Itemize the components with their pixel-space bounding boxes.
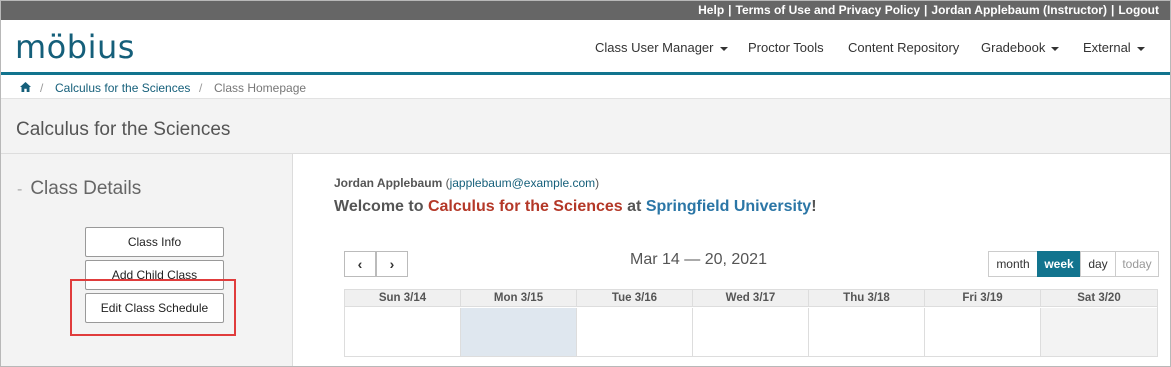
user-account-link[interactable]: Jordan Applebaum (Instructor) bbox=[931, 3, 1107, 17]
view-day-button[interactable]: day bbox=[1080, 251, 1116, 277]
welcome-class-name: Calculus for the Sciences bbox=[427, 198, 623, 215]
breadcrumb-current: Class Homepage bbox=[214, 81, 307, 95]
day-header: Sun 3/14 bbox=[345, 290, 461, 307]
day-cell[interactable] bbox=[461, 308, 577, 356]
caret-down-icon bbox=[1051, 46, 1060, 51]
view-week-button[interactable]: week bbox=[1037, 251, 1081, 277]
home-icon[interactable] bbox=[20, 81, 31, 95]
nav-external[interactable]: External bbox=[1083, 40, 1145, 55]
day-cell[interactable] bbox=[693, 308, 809, 356]
calendar-title: Mar 14 — 20, 2021 bbox=[630, 251, 767, 268]
day-header: Fri 3/19 bbox=[925, 290, 1041, 307]
utility-bar: Help | Terms of Use and Privacy Policy | Jor… bbox=[1, 1, 1170, 20]
user-email-link[interactable]: japplebaum@example.com bbox=[450, 176, 596, 190]
caret-down-icon bbox=[1136, 46, 1145, 51]
main-content: Jordan Applebaum (japplebaum@example.com… bbox=[294, 154, 1170, 366]
logout-link[interactable]: Logout bbox=[1118, 3, 1159, 17]
nav-label: Gradebook bbox=[981, 40, 1046, 55]
breadcrumb-class-link[interactable]: Calculus for the Sciences bbox=[55, 81, 190, 95]
highlight-annotation bbox=[70, 279, 236, 336]
day-header: Thu 3/18 bbox=[809, 290, 925, 307]
day-header: Sat 3/20 bbox=[1077, 292, 1121, 304]
breadcrumb-separator: / bbox=[199, 81, 203, 95]
caret-down-icon bbox=[719, 46, 728, 51]
chevron-left-icon: ‹ bbox=[357, 256, 363, 272]
calendar-view-switcher: month week day today bbox=[988, 251, 1159, 277]
nav-label: Proctor Tools bbox=[748, 40, 824, 55]
email-close-paren: ) bbox=[595, 176, 600, 190]
nav-label: Content Repository bbox=[848, 40, 960, 55]
app-window: Help | Terms of Use and Privacy Policy | Jor… bbox=[0, 0, 1171, 367]
day-cell[interactable] bbox=[1041, 308, 1157, 356]
user-name: Jordan Applebaum bbox=[334, 176, 443, 190]
breadcrumb: / Calculus for the Sciences / Class Home… bbox=[1, 78, 1170, 98]
week-calendar: Sun 3/14 Mon 3/15 Tue 3/16 Wed 3/17 Thu 3/18… bbox=[344, 289, 1158, 357]
day-header: Tue 3/16 bbox=[577, 290, 693, 307]
separator: | bbox=[924, 3, 928, 17]
day-header: Mon 3/15 bbox=[461, 290, 577, 307]
page-title-band: Calculus for the Sciences bbox=[1, 99, 1170, 154]
welcome-message: Welcome to Calculus for the Sciences at … bbox=[334, 198, 817, 216]
nav-class-user-manager[interactable]: Class User Manager bbox=[595, 40, 728, 55]
welcome-suffix: ! bbox=[811, 198, 817, 215]
separator: | bbox=[1110, 3, 1115, 17]
day-cell[interactable] bbox=[577, 308, 693, 356]
nav-proctor-tools[interactable]: Proctor Tools bbox=[748, 40, 824, 55]
welcome-at: at bbox=[627, 198, 642, 215]
nav-content-repository[interactable]: Content Repository bbox=[848, 40, 959, 55]
class-details-heading[interactable]: - Class Details bbox=[17, 178, 141, 200]
user-info: Jordan Applebaum (japplebaum@example.com… bbox=[334, 176, 599, 190]
nav-gradebook[interactable]: Gradebook bbox=[981, 40, 1060, 55]
separator: | bbox=[728, 3, 732, 17]
class-info-button[interactable]: Class Info bbox=[85, 227, 224, 257]
calendar-header-row: Sun 3/14 Mon 3/15 Tue 3/16 Wed 3/17 Thu 3/18… bbox=[345, 290, 1157, 307]
calendar-prev-button[interactable]: ‹ bbox=[344, 251, 376, 277]
day-cell[interactable] bbox=[345, 308, 461, 356]
nav-label: External bbox=[1083, 40, 1131, 55]
welcome-prefix: Welcome to bbox=[334, 198, 424, 215]
day-header: Wed 3/17 bbox=[693, 290, 809, 307]
collapse-icon: - bbox=[17, 181, 23, 198]
day-cell[interactable] bbox=[809, 308, 925, 356]
day-cell[interactable] bbox=[925, 308, 1041, 356]
help-link[interactable]: Help bbox=[698, 3, 724, 17]
mobius-logo[interactable]: möbius bbox=[15, 28, 135, 66]
page-title: Calculus for the Sciences bbox=[16, 119, 231, 140]
breadcrumb-separator: / bbox=[40, 81, 44, 95]
nav-label: Class User Manager bbox=[595, 40, 714, 55]
calendar-next-button[interactable]: › bbox=[376, 251, 408, 277]
terms-link[interactable]: Terms of Use and Privacy Policy bbox=[736, 3, 921, 17]
view-month-button[interactable]: month bbox=[988, 251, 1038, 277]
welcome-university: Springfield University bbox=[645, 198, 812, 215]
chevron-right-icon: › bbox=[389, 256, 395, 272]
utility-links: Help | Terms of Use and Privacy Policy | Jor… bbox=[698, 3, 1159, 17]
main-header: möbius Class User Manager Proctor Tools … bbox=[1, 20, 1170, 75]
view-today-button[interactable]: today bbox=[1115, 251, 1159, 277]
sidebar-heading-label: Class Details bbox=[30, 178, 142, 199]
